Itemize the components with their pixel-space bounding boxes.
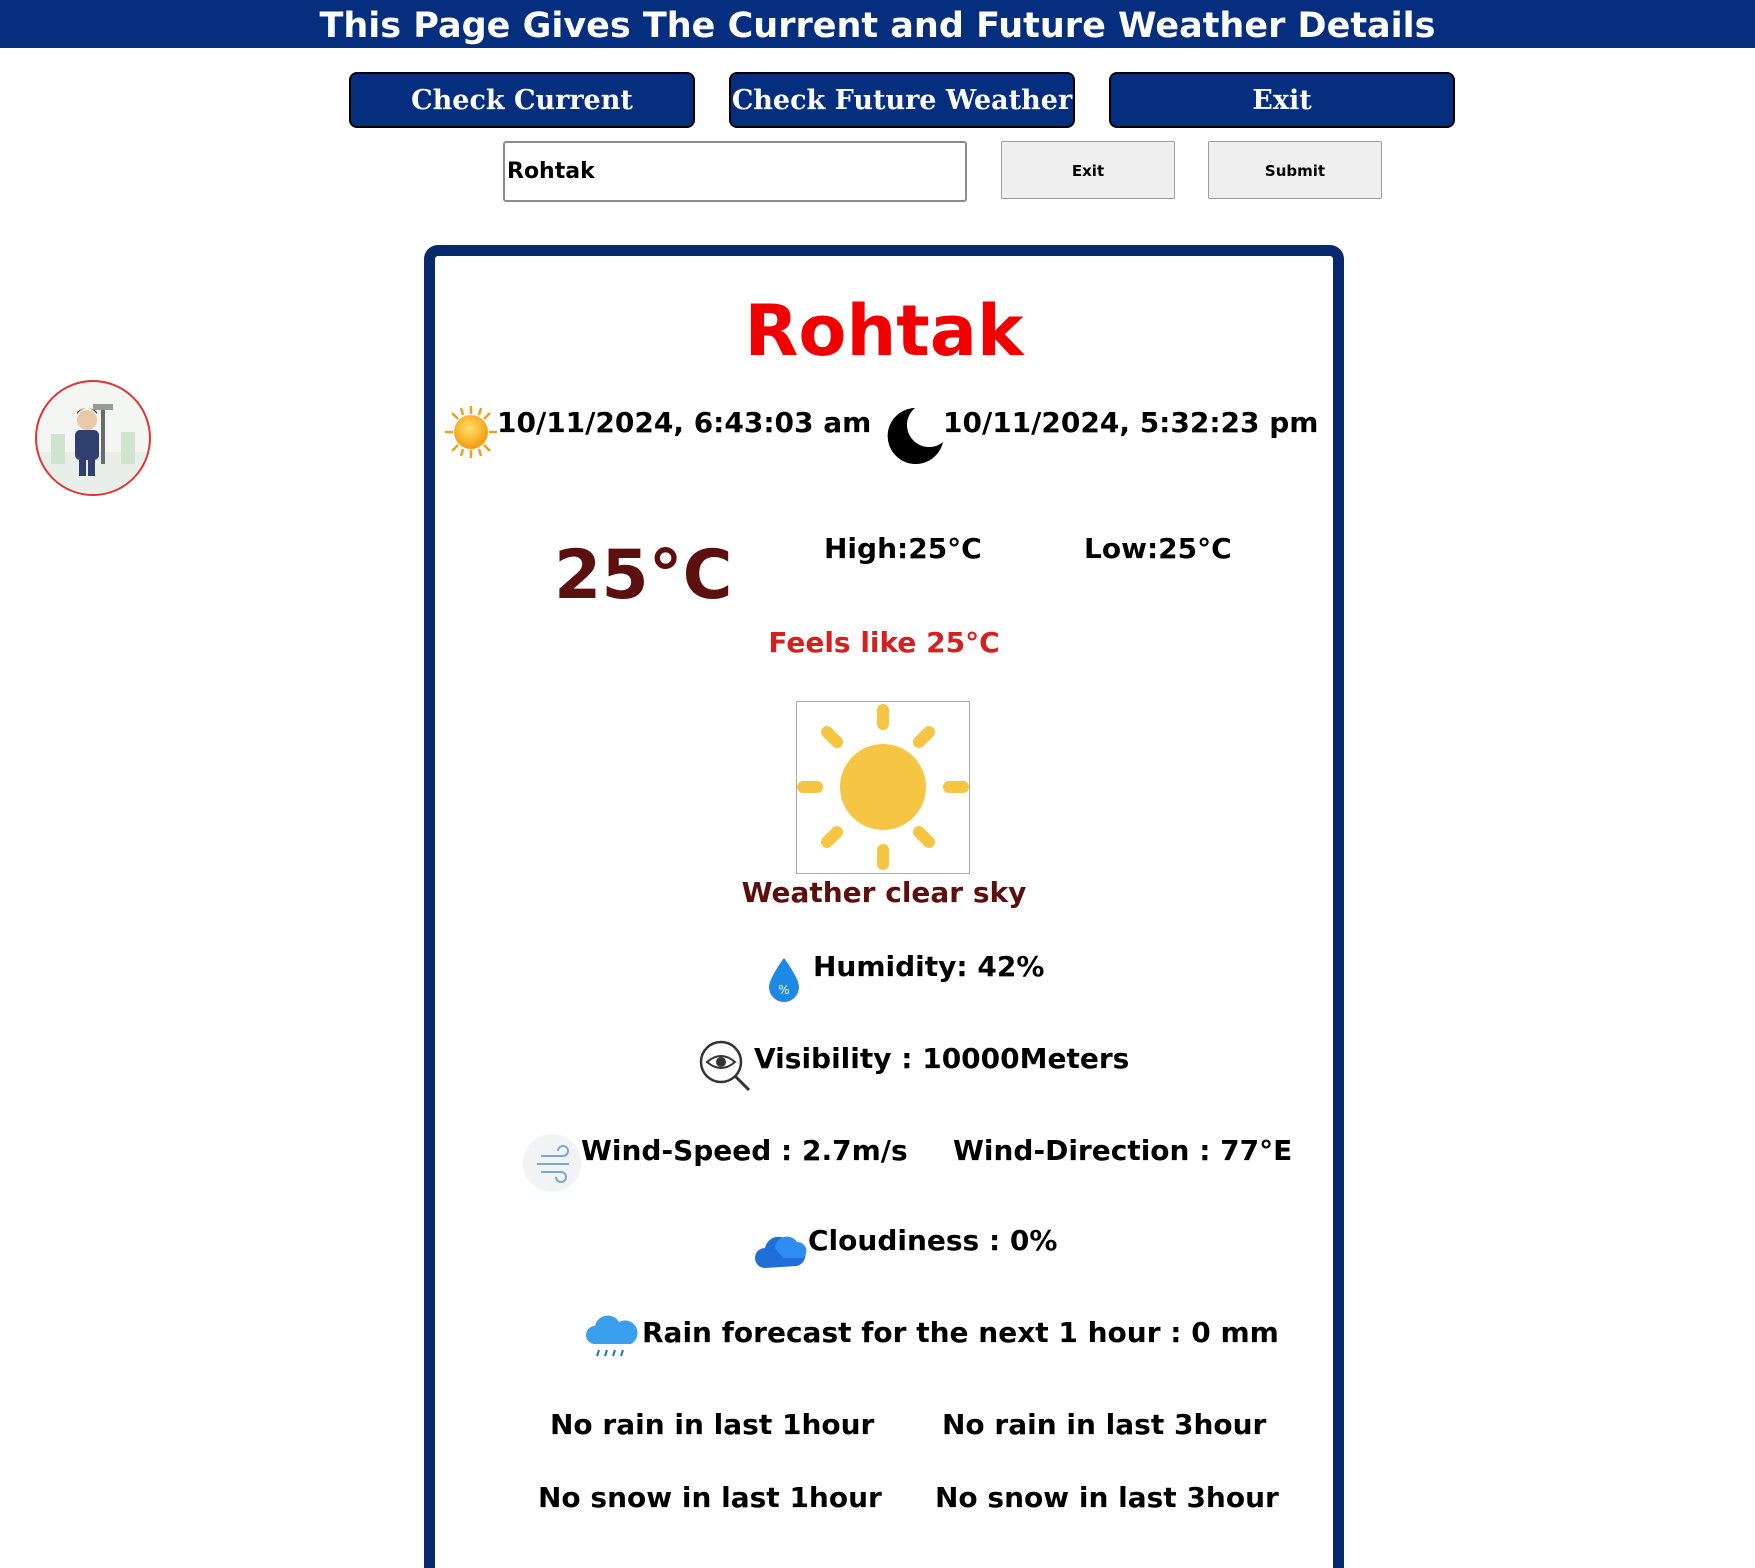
humidity-value: Humidity: 42% bbox=[813, 950, 1045, 983]
rain-last-1hour: No rain in last 1hour bbox=[550, 1408, 875, 1441]
wind-icon bbox=[523, 1134, 581, 1196]
current-temperature: 25°C bbox=[554, 536, 733, 615]
moon-icon bbox=[885, 404, 947, 470]
avatar-icon[interactable] bbox=[35, 380, 151, 496]
sunrise-time: 10/11/2024, 6:43:03 am bbox=[497, 406, 872, 439]
rain-forecast-value: Rain forecast for the next 1 hour : 0 mm bbox=[642, 1316, 1279, 1349]
page-header: This Page Gives The Current and Future W… bbox=[0, 0, 1755, 48]
rain-last-3hour: No rain in last 3hour bbox=[942, 1408, 1267, 1441]
water-drop-icon: % bbox=[765, 956, 803, 1008]
page-title: This Page Gives The Current and Future W… bbox=[319, 6, 1436, 46]
weather-description: Weather clear sky bbox=[741, 876, 1027, 909]
feels-like-temperature: Feels like 25°C bbox=[768, 626, 1000, 659]
check-future-weather-button[interactable]: Check Future Weather bbox=[729, 72, 1075, 128]
eye-magnifier-icon bbox=[697, 1038, 753, 1098]
snow-last-3hour: No snow in last 3hour bbox=[935, 1481, 1279, 1514]
clear-sky-sun-icon bbox=[796, 701, 970, 874]
exit-button[interactable]: Exit bbox=[1001, 141, 1175, 199]
wind-speed-value: Wind-Speed : 2.7m/s bbox=[581, 1134, 908, 1167]
low-temperature: Low:25°C bbox=[1084, 532, 1232, 565]
sun-icon bbox=[443, 404, 499, 464]
exit-nav-button[interactable]: Exit bbox=[1109, 72, 1455, 128]
rain-cloud-icon bbox=[585, 1310, 639, 1364]
city-search-input[interactable] bbox=[503, 141, 967, 202]
submit-button[interactable]: Submit bbox=[1208, 141, 1382, 199]
wind-direction-value: Wind-Direction : 77°E bbox=[953, 1134, 1293, 1167]
cloudiness-value: Cloudiness : 0% bbox=[808, 1224, 1058, 1257]
high-temperature: High:25°C bbox=[824, 532, 982, 565]
svg-text:%: % bbox=[778, 983, 789, 997]
cloud-icon bbox=[753, 1226, 807, 1278]
visibility-value: Visibility : 10000Meters bbox=[754, 1042, 1130, 1075]
snow-last-1hour: No snow in last 1hour bbox=[538, 1481, 882, 1514]
city-name: Rohtak bbox=[744, 290, 1024, 372]
check-current-weather-button[interactable]: Check Current Weather bbox=[349, 72, 695, 170]
weather-card: Rohtak 10/11/2024, 6:43:03 am 10/11/2024… bbox=[424, 245, 1344, 1568]
sunset-time: 10/11/2024, 5:32:23 pm bbox=[943, 406, 1319, 439]
